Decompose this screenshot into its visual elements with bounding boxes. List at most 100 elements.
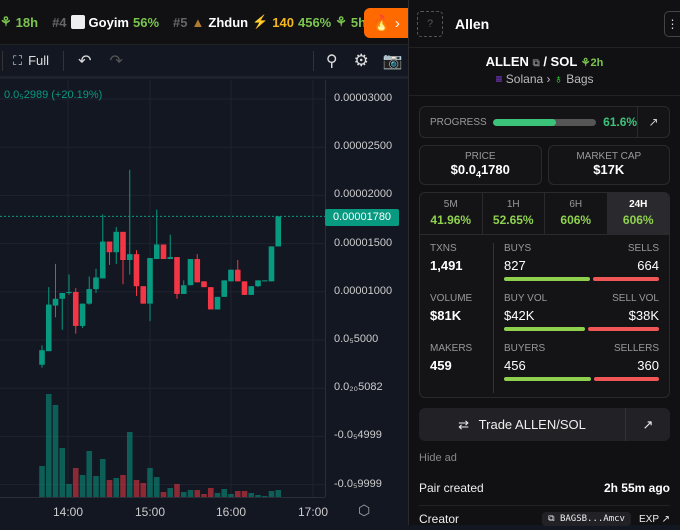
sprout-icon: ⚘ xyxy=(335,14,347,29)
progress-bar xyxy=(492,118,597,126)
dex-link[interactable]: Bags xyxy=(566,72,593,86)
token-logo-icon xyxy=(70,15,85,29)
sell-label: SELLS xyxy=(627,243,659,254)
candle-body xyxy=(255,280,261,287)
price-tick: -0.0₅4999 xyxy=(334,429,382,442)
pair-created-value: 2h 55m ago xyxy=(603,481,670,495)
sell-bar xyxy=(593,377,659,381)
volume-bar xyxy=(187,490,194,497)
volume-bar xyxy=(39,466,45,497)
ticker-age: 18h xyxy=(15,14,39,30)
volume-bar xyxy=(221,489,228,497)
price-axis[interactable]: 0.00003000 0.00002500 0.00002000 0.00001500… xyxy=(325,80,408,497)
price-chart[interactable]: 0.0₅2989 (+20.19%) 0.00003000 0.00002500 0… xyxy=(0,80,408,525)
trade-button[interactable]: ⇄ Trade ALLEN/SOL ↗ xyxy=(419,408,670,441)
price-label: PRICE xyxy=(464,151,496,162)
ticker-boost: 140 xyxy=(272,14,294,30)
explorer-link[interactable]: EXP ↗ xyxy=(639,514,670,525)
stat-split-0: BUYS SELLS 827 664 xyxy=(504,243,659,293)
market-cap-label: MARKET CAP xyxy=(576,151,642,162)
creator-address-button[interactable]: ⧉ BAGSB...Amcv xyxy=(542,512,631,526)
pair-created-label: Pair created xyxy=(419,481,484,495)
trade-label: Trade ALLEN/SOL xyxy=(478,416,586,432)
period-tab-6h[interactable]: 6H 606% xyxy=(545,193,608,234)
copy-icon[interactable]: ⧉ xyxy=(533,58,540,69)
creator-label: Creator xyxy=(419,512,460,526)
volume-bar xyxy=(52,405,59,497)
volume-bar xyxy=(59,448,66,497)
candle-body xyxy=(39,350,45,365)
ticker-name: Goyim xyxy=(88,14,129,30)
copy-icon: ⧉ xyxy=(548,514,555,524)
buy-label: BUY VOL xyxy=(504,293,548,304)
price-change-legend: 0.0₅2989 (+20.19%) xyxy=(4,89,103,101)
hide-ad-link[interactable]: Hide ad xyxy=(419,452,670,464)
volume-bar xyxy=(86,451,93,497)
redo-icon[interactable]: ↷ xyxy=(109,51,122,71)
candle-body xyxy=(52,298,59,306)
settings-icon[interactable]: ⚙ xyxy=(354,51,369,71)
period-tab-1h[interactable]: 1H 52.65% xyxy=(483,193,545,234)
chart-settings-icon[interactable]: ⬡ xyxy=(358,502,370,519)
ticker-pct: 456% xyxy=(297,14,332,30)
stats-card: 5M 41.96% 1H 52.65% 6H 606% 24H 606% TXNS 1,491 V… xyxy=(419,192,670,398)
price-card: PRICE $0.041780 xyxy=(419,145,542,185)
external-link-icon[interactable]: ↗ xyxy=(625,408,670,441)
time-axis[interactable]: 14:00 15:00 16:00 17:00 xyxy=(0,497,328,525)
buy-label: BUYS xyxy=(504,243,532,254)
sprout-icon: ⚘ xyxy=(0,14,12,29)
volume-bar xyxy=(45,394,52,497)
sell-bar xyxy=(588,327,659,331)
candle-body xyxy=(66,292,72,293)
candle-body xyxy=(214,296,221,310)
candle-body xyxy=(221,280,228,297)
market-cap-card: MARKET CAP $17K xyxy=(547,145,670,185)
candle-body xyxy=(79,303,86,326)
period-label: 24H xyxy=(629,199,648,210)
sell-value: $38K xyxy=(628,308,659,323)
candle-body xyxy=(93,277,99,290)
candle-body xyxy=(180,285,187,294)
candle-body xyxy=(86,289,93,304)
period-tab-24h[interactable]: 24H 606% xyxy=(607,193,669,234)
candle-body xyxy=(248,286,255,295)
period-change: 606% xyxy=(622,213,654,227)
ticker-item[interactable]: #4 Goyim 56% xyxy=(52,15,159,30)
fullscreen-button[interactable]: Full xyxy=(28,53,49,68)
price-tick: 0.0₂₀5082 xyxy=(334,381,383,394)
candle-body xyxy=(147,258,153,304)
volume-bar xyxy=(140,483,147,497)
progress-value: 61.6% xyxy=(603,115,638,129)
candle-body xyxy=(59,292,66,299)
trending-button[interactable]: 🔥 › xyxy=(364,8,408,38)
volume-bar xyxy=(79,475,86,497)
candle-body xyxy=(106,241,113,253)
camera-icon[interactable]: 📷 xyxy=(383,51,403,71)
token-logo-icon: ▲ xyxy=(191,14,205,30)
quick-search-icon[interactable]: ⚲ xyxy=(326,51,338,71)
ticker-item[interactable]: ⚘ 18h xyxy=(0,14,38,30)
candle-body xyxy=(268,246,275,282)
stat-split-2: BUYERS SELLERS 456 360 xyxy=(504,343,659,393)
volume-bar xyxy=(93,476,99,497)
sell-label: SELL VOL xyxy=(612,293,659,304)
ticker-rank: #4 xyxy=(52,14,67,30)
chain-link[interactable]: Solana xyxy=(506,72,543,86)
external-link-icon[interactable]: ↗ xyxy=(637,107,669,137)
buy-bar xyxy=(504,327,586,331)
stat-value: $81K xyxy=(430,308,462,323)
candle-body xyxy=(241,281,248,295)
swap-icon: ⇄ xyxy=(458,416,470,432)
ticker-item[interactable]: #5 ▲ Zhdun ⚡ 140 456% ⚘ 5h xyxy=(173,14,366,30)
fullscreen-icon[interactable]: ⛶ xyxy=(13,53,22,69)
sell-value: 664 xyxy=(637,258,659,273)
ticker-name: Zhdun xyxy=(208,14,249,30)
more-menu-button[interactable]: ⋮ xyxy=(664,10,680,37)
current-price-tag: 0.00001780 xyxy=(325,209,399,226)
stat-label: MAKERS xyxy=(430,343,473,354)
pair-base: ALLEN xyxy=(485,54,529,69)
undo-icon[interactable]: ↶ xyxy=(78,51,91,71)
candle-body xyxy=(133,254,140,287)
stat-txns: TXNS 1,491 xyxy=(430,243,493,293)
period-tab-5m[interactable]: 5M 41.96% xyxy=(420,193,483,234)
